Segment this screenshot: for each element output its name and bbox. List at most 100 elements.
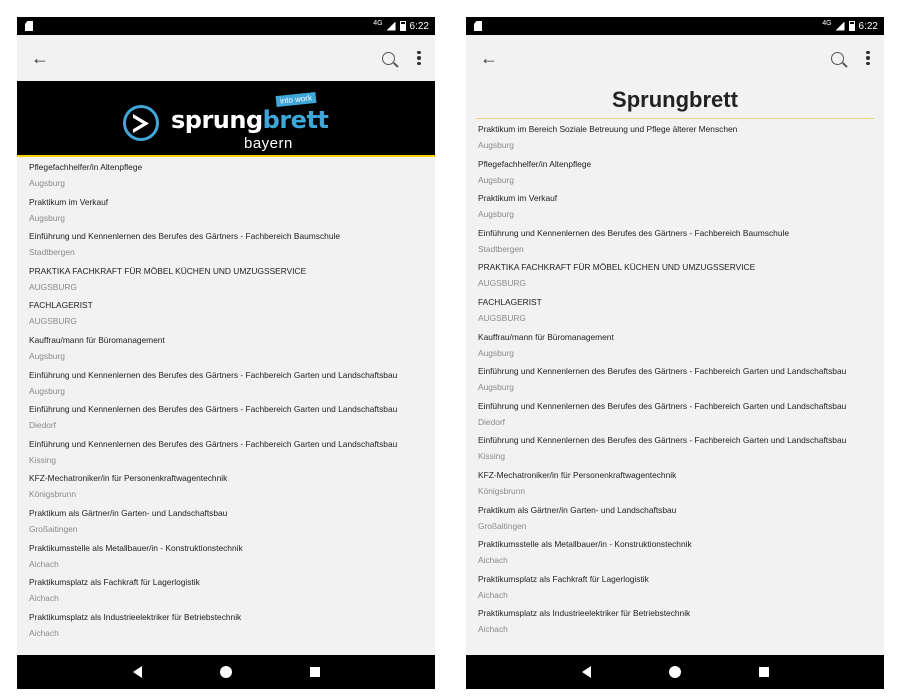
list-item[interactable]: Praktikumsplatz als Industrieelektriker … [29,610,423,645]
list-item[interactable]: Pflegefachhelfer/in Altenpflege Augsburg [478,157,872,192]
list-item[interactable]: Praktikum als Gärtner/in Garten- und Lan… [478,503,872,538]
clock: 6:22 [409,20,429,32]
list-item[interactable]: Einführung und Kennenlernen des Berufes … [478,364,872,399]
item-location: Augsburg [478,174,514,185]
list-item[interactable]: Praktikumsplatz als Fachkraft für Lagerl… [478,572,872,607]
item-title: Praktikum im Verkauf [29,196,109,207]
list-item[interactable]: Praktikumsplatz als Industrieelektriker … [478,606,872,641]
list-item[interactable]: KFZ-Mechatroniker/in für Personenkraftwa… [478,468,872,503]
status-bar: 4G 6:22 [466,17,884,35]
phone-screen-left: 4G 6:22 ← sprungbrett bayern into work P… [17,17,435,689]
nav-home-icon[interactable] [219,666,232,678]
list-item[interactable]: Einführung und Kennenlernen des Berufes … [478,226,872,261]
item-location: Großaitingen [478,520,527,531]
battery-icon [399,21,406,31]
list-item[interactable]: Einführung und Kennenlernen des Berufes … [29,368,423,403]
network-type: 4G [822,19,832,27]
back-arrow-icon[interactable]: ← [31,48,55,69]
item-location: Augsburg [478,209,514,220]
item-location: AUGSBURG [478,312,526,323]
list-item[interactable]: Einführung und Kennenlernen des Berufes … [478,399,872,434]
item-title: Einführung und Kennenlernen des Berufes … [29,404,398,415]
sprungbrett-logo-banner: sprungbrett bayern into work [17,81,435,157]
item-title: Kauffrau/mann für Büromanagement [478,331,614,342]
nav-recents-icon[interactable] [309,667,320,677]
list-item[interactable]: Kauffrau/mann für Büromanagement Augsburg [478,330,872,365]
network-type: 4G [373,19,383,27]
item-title: Praktikumsplatz als Industrieelektriker … [29,611,242,622]
list-item[interactable]: Praktikum im Verkauf Augsburg [29,195,423,230]
list-item[interactable]: Praktikumsstelle als Metallbauer/in - Ko… [29,541,423,576]
more-vert-icon[interactable] [417,50,421,66]
sim-card-icon [25,21,33,31]
item-title: Pflegefachhelfer/in Altenpflege [478,158,592,169]
item-location: Großaitingen [29,523,78,534]
item-location: Königsbrunn [29,489,77,500]
list-item[interactable]: FACHLAGERIST AUGSBURG [478,295,872,330]
item-title: Praktikumsstelle als Metallbauer/in - Ko… [29,542,243,553]
nav-back-icon[interactable] [581,666,591,678]
logo-wordmark: sprungbrett [171,106,329,134]
list-item[interactable]: Einführung und Kennenlernen des Berufes … [29,229,423,264]
item-location: AUGSBURG [29,316,77,327]
nav-back-icon[interactable] [132,666,142,678]
list-item[interactable]: Einführung und Kennenlernen des Berufes … [478,433,872,468]
item-location: Kissing [478,451,505,462]
nav-home-icon[interactable] [668,666,681,678]
search-icon[interactable] [831,51,844,65]
search-icon[interactable] [382,51,395,65]
item-title: Einführung und Kennenlernen des Berufes … [478,227,789,238]
list-item[interactable]: Praktikum im Verkauf Augsburg [478,191,872,226]
sprungbrett-logo: sprungbrett bayern into work [123,91,343,152]
phone-screen-right: 4G 6:22 ← Sprungbrett Praktikum im Berei… [466,17,884,689]
item-location: Kissing [29,454,56,465]
item-title: FACHLAGERIST [478,296,542,307]
nav-recents-icon[interactable] [758,667,769,677]
item-title: Praktikum als Gärtner/in Garten- und Lan… [478,504,677,515]
list-item[interactable]: Praktikum im Bereich Soziale Betreuung u… [478,122,872,157]
list-item[interactable]: Praktikumsstelle als Metallbauer/in - Ko… [478,537,872,572]
item-title: Praktikum als Gärtner/in Garten- und Lan… [29,507,228,518]
back-arrow-icon[interactable]: ← [480,48,504,69]
page-title: Sprungbrett [612,86,738,112]
item-title: Einführung und Kennenlernen des Berufes … [478,400,847,411]
item-title: Praktikum im Verkauf [478,193,558,204]
list-item[interactable]: PRAKTIKA FACHKRAFT FÜR MÖBEL KÜCHEN UND … [478,260,872,295]
item-location: Diedorf [478,416,505,427]
item-location: Augsburg [29,385,65,396]
item-location: AUGSBURG [478,278,526,289]
item-title: Einführung und Kennenlernen des Berufes … [29,231,340,242]
item-title: Praktikumsplatz als Industrieelektriker … [478,608,691,619]
item-location: Aichach [29,593,59,604]
list-item[interactable]: Praktikumsplatz als Fachkraft für Lagerl… [29,575,423,610]
clock: 6:22 [858,20,878,32]
toolbar: ← [466,35,884,81]
list-item[interactable]: FACHLAGERIST AUGSBURG [29,298,423,333]
logo-tag: into work [275,91,317,108]
battery-icon [848,21,855,31]
item-title: Praktikumsstelle als Metallbauer/in - Ko… [478,539,692,550]
list-item[interactable]: KFZ-Mechatroniker/in für Personenkraftwa… [29,471,423,506]
list-item[interactable]: Pflegefachhelfer/in Altenpflege Augsburg [29,160,423,195]
navigation-bar [466,655,884,689]
item-location: Aichach [478,555,508,566]
item-location: Augsburg [29,350,65,361]
list-item[interactable]: Einführung und Kennenlernen des Berufes … [29,402,423,437]
internship-list: Pflegefachhelfer/in Altenpflege Augsburg P… [17,157,435,644]
list-item[interactable]: Einführung und Kennenlernen des Berufes … [29,437,423,472]
logo-region: bayern [244,135,293,152]
item-title: Kauffrau/mann für Büromanagement [29,334,165,345]
item-title: Praktikumsplatz als Fachkraft für Lagerl… [478,573,649,584]
signal-icon [835,21,845,31]
list-item[interactable]: Kauffrau/mann für Büromanagement Augsburg [29,333,423,368]
internship-list: Praktikum im Bereich Soziale Betreuung u… [466,119,884,641]
item-location: Augsburg [29,178,65,188]
item-location: Augsburg [29,212,65,223]
item-location: Augsburg [478,140,514,150]
logo-play-icon [123,105,159,141]
sim-card-icon [474,21,482,31]
more-vert-icon[interactable] [866,50,870,66]
list-item[interactable]: Praktikum als Gärtner/in Garten- und Lan… [29,506,423,541]
item-location: Aichach [478,589,508,600]
list-item[interactable]: PRAKTIKA FACHKRAFT FÜR MÖBEL KÜCHEN UND … [29,264,423,299]
